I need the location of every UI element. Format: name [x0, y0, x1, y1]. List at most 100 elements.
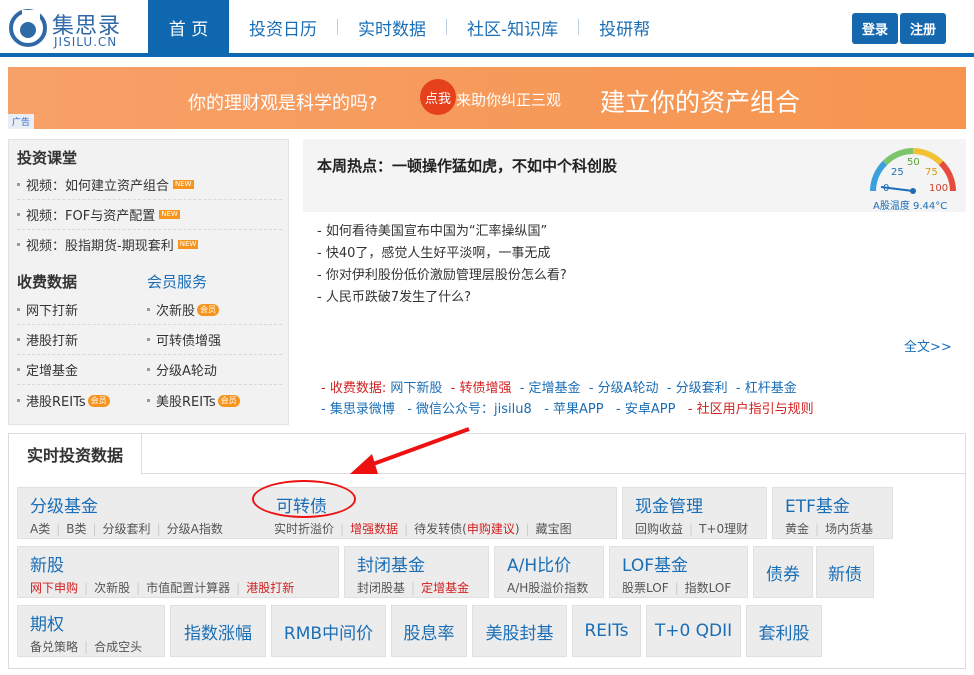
bond-box[interactable]: 债券 — [753, 546, 813, 598]
hot-item[interactable]: - 快40了，感觉人生好平淡啊，一事无成 — [317, 243, 567, 265]
hot-item[interactable]: - 如何看待美国宣布中国为“汇率操纵国” — [317, 221, 567, 243]
t0-qdii-box[interactable]: T+0 QDII — [646, 605, 741, 657]
site-logo[interactable]: 集思录 JISILU.CN — [8, 6, 148, 50]
kzz-premium[interactable]: 实时折溢价 — [274, 522, 334, 536]
quick-link[interactable]: - 分级A轮动 — [589, 381, 659, 396]
fenji-a-index[interactable]: 分级A指数 — [167, 522, 223, 536]
nav-calendar[interactable]: 投资日历 — [229, 0, 337, 54]
quick-link[interactable]: - 安卓APP — [616, 402, 675, 417]
quick-link[interactable]: 网下新股 — [390, 381, 442, 396]
kzz-links: 实时折溢价 | 增强数据 | 待发转债(申购建议) | 藏宝图 — [274, 522, 572, 536]
full-text-link[interactable]: 全文>> — [904, 336, 952, 355]
member-item[interactable]: 分级A轮动 — [147, 355, 217, 384]
hot-item[interactable]: - 你对伊利股份低价激励管理层股份怎么看? — [317, 265, 567, 287]
lof-stock[interactable]: 股票LOF — [622, 581, 669, 595]
kzz-subscribe-advice[interactable]: 申购建议 — [467, 522, 515, 536]
fenji-arb[interactable]: 分级套利 — [103, 522, 151, 536]
closed-private[interactable]: 定增基金 — [421, 581, 469, 595]
etf-gold[interactable]: 黄金 — [785, 522, 809, 536]
banner-click-badge[interactable]: 点我 — [420, 79, 456, 115]
newstock-title[interactable]: 新股 — [30, 551, 64, 576]
member-item[interactable]: 次新股 会员 — [147, 295, 220, 324]
etf-money[interactable]: 场内货基 — [825, 522, 873, 536]
nav-community[interactable]: 社区-知识库 — [447, 0, 578, 54]
hot-list: - 如何看待美国宣布中国为“汇率操纵国” - 快40了，感觉人生好平淡啊，一事无… — [317, 221, 567, 309]
ad-banner[interactable]: 你的理财观是科学的吗? 点我 来助你纠正三观 建立你的资产组合 广告 — [8, 67, 966, 129]
course-item[interactable]: 视频：FOF与资产配置 NEW — [17, 200, 180, 229]
dividend-box[interactable]: 股息率 — [391, 605, 467, 657]
quick-link[interactable]: - 集思录微博 — [321, 402, 395, 417]
paid-item[interactable]: 港股打新 — [17, 325, 78, 354]
option-covered[interactable]: 备兑策略 — [30, 640, 78, 654]
paid-item[interactable]: 网下打新 — [17, 295, 78, 324]
rmb-rate-box[interactable]: RMB中间价 — [271, 605, 386, 657]
cash-t0[interactable]: T+0理财 — [699, 522, 748, 536]
newstock-hk[interactable]: 港股打新 — [246, 581, 294, 595]
bond-title[interactable]: 债券 — [766, 560, 800, 585]
reits-title[interactable]: REITs — [585, 621, 629, 641]
ah-title[interactable]: A/H比价 — [507, 551, 571, 576]
lof-index[interactable]: 指数LOF — [685, 581, 732, 595]
newstock-offline[interactable]: 网下申购 — [30, 581, 78, 595]
quick-link[interactable]: - 定增基金 — [520, 381, 581, 396]
arbitrage-box[interactable]: 套利股 — [746, 605, 822, 657]
cash-repo[interactable]: 回购收益 — [635, 522, 683, 536]
newstock-sub-new[interactable]: 次新股 — [94, 581, 130, 595]
arbitrage-title[interactable]: 套利股 — [759, 619, 810, 644]
paid-item[interactable]: 定增基金 — [17, 355, 78, 384]
tab-realtime-data[interactable]: 实时投资数据 — [8, 433, 142, 474]
section-title-member-service[interactable]: 会员服务 — [147, 271, 207, 292]
quick-links-row-1: - 收费数据: 网下新股 - 转债增强 - 定增基金 - 分级A轮动 - 分级套… — [321, 377, 797, 396]
index-change-box[interactable]: 指数涨幅 — [170, 605, 266, 657]
hot-item[interactable]: - 人民币跌破7发生了什么? — [317, 287, 567, 309]
register-button[interactable]: 注册 — [900, 13, 946, 44]
rmb-rate-title[interactable]: RMB中间价 — [284, 619, 373, 644]
index-change-title[interactable]: 指数涨幅 — [184, 619, 252, 644]
newstock-calculator[interactable]: 市值配置计算器 — [146, 581, 230, 595]
quick-link[interactable]: - 分级套利 — [667, 381, 728, 396]
option-links: 备兑策略 | 合成空头 — [30, 640, 143, 654]
kzz-treasure-map[interactable]: 藏宝图 — [536, 522, 572, 536]
closed-fund-title[interactable]: 封闭基金 — [357, 551, 425, 576]
ah-link[interactable]: A/H股溢价指数 — [507, 579, 588, 596]
t0-qdii-title[interactable]: T+0 QDII — [655, 621, 732, 641]
fenji-links: A类 | B类 | 分级套利 | 分级A指数 — [30, 522, 223, 536]
ad-label: 广告 — [8, 114, 35, 129]
nav-home[interactable]: 首 页 — [148, 0, 229, 54]
ah-box: A/H比价 A/H股溢价指数 — [494, 546, 604, 598]
cash-title[interactable]: 现金管理 — [635, 492, 703, 517]
etf-box: ETF基金 黄金 | 场内货基 — [772, 487, 893, 539]
option-short[interactable]: 合成空头 — [94, 640, 142, 654]
member-item[interactable]: 美股REITs 会员 — [147, 386, 240, 415]
member-item[interactable]: 可转债增强 — [147, 325, 221, 354]
option-title[interactable]: 期权 — [30, 610, 64, 635]
login-button[interactable]: 登录 — [852, 13, 898, 44]
quick-link[interactable]: - 转债增强 — [451, 381, 512, 396]
reits-box[interactable]: REITs — [572, 605, 641, 657]
closed-stock[interactable]: 封闭股基 — [357, 581, 405, 595]
lof-title[interactable]: LOF基金 — [622, 551, 688, 576]
quick-link[interactable]: - 社区用户指引与规则 — [688, 402, 814, 417]
etf-title[interactable]: ETF基金 — [785, 492, 850, 517]
nav-realtime[interactable]: 实时数据 — [338, 0, 446, 54]
paid-item[interactable]: 港股REITs 会员 — [17, 386, 110, 415]
kzz-pending[interactable]: 待发转债( — [414, 522, 467, 536]
kzz-enhanced[interactable]: 增强数据 — [350, 522, 398, 536]
course-item[interactable]: 视频：如何建立资产组合 NEW — [17, 170, 194, 199]
us-closed-fund-title[interactable]: 美股封基 — [486, 619, 554, 644]
us-closed-fund-box[interactable]: 美股封基 — [472, 605, 567, 657]
hot-title[interactable]: 本周热点：一顿操作猛如虎，不如中个科创股 — [317, 155, 617, 176]
nav-research[interactable]: 投研帮 — [579, 0, 670, 54]
dividend-title[interactable]: 股息率 — [404, 619, 455, 644]
new-bond-box[interactable]: 新债 — [816, 546, 874, 598]
course-item[interactable]: 视频：股指期货-期现套利 NEW — [17, 230, 199, 259]
quick-link[interactable]: - 杠杆基金 — [736, 381, 797, 396]
fenji-a[interactable]: A类 — [30, 522, 50, 536]
quick-link[interactable]: - 微信公众号：jisilu8 — [407, 402, 532, 417]
main-nav: 首 页 投资日历 实时数据 社区-知识库 投研帮 — [148, 0, 670, 54]
temperature-gauge[interactable]: 0 25 50 75 100 A股温度 9.44°C — [865, 145, 961, 212]
new-bond-title[interactable]: 新债 — [828, 560, 862, 585]
quick-link[interactable]: - 苹果APP — [544, 402, 603, 417]
fenji-title[interactable]: 分级基金 — [30, 492, 98, 517]
fenji-b[interactable]: B类 — [66, 522, 86, 536]
